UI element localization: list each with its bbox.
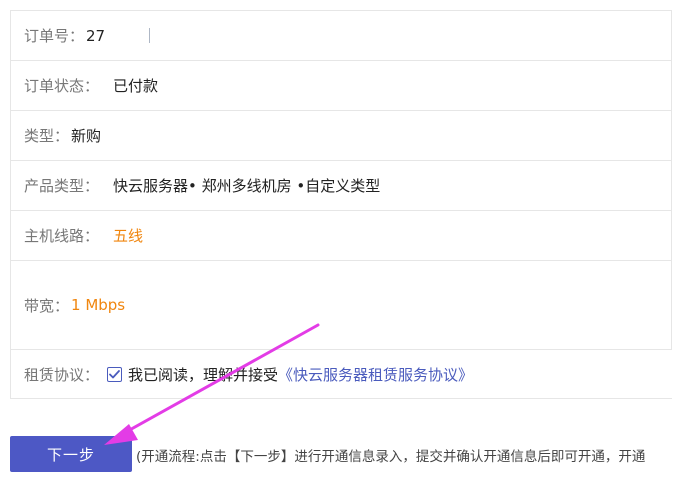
- host-line-value: 五线: [113, 227, 144, 245]
- row-bandwidth: 带宽： 1 Mbps: [11, 261, 672, 350]
- row-order-number: 订单号： 27: [11, 11, 672, 61]
- order-info-table: 订单号： 27 订单状态： 已付款 类型： 新购 产品类型： 快云服务器• 郑州…: [10, 10, 672, 399]
- agreement-checkbox[interactable]: [107, 366, 123, 382]
- text-cursor-icon: [149, 28, 151, 43]
- order-number-label: 订单号：: [24, 27, 85, 45]
- agreement-link[interactable]: 《快云服务器租赁服务协议》: [278, 364, 473, 385]
- bandwidth-value: 1 Mbps: [71, 296, 126, 314]
- agreement-label: 租赁协议：: [24, 365, 100, 384]
- row-product-type: 产品类型： 快云服务器• 郑州多线机房 •自定义类型: [11, 161, 672, 211]
- host-line-label: 主机线路：: [24, 227, 100, 245]
- type-value: 新购: [71, 127, 102, 145]
- product-type-label: 产品类型：: [24, 177, 100, 195]
- order-status-value: 已付款: [113, 77, 159, 95]
- product-type-value: 快云服务器• 郑州多线机房 •自定义类型: [113, 177, 381, 195]
- row-type: 类型： 新购: [11, 111, 672, 161]
- activation-flow-hint: (开通流程:点击【下一步】进行开通信息录入，提交并确认开通信息后即可开通，开通: [136, 449, 646, 465]
- row-order-status: 订单状态： 已付款: [11, 61, 672, 111]
- bandwidth-label: 带宽：: [24, 296, 70, 315]
- order-number-value: 27: [86, 26, 106, 45]
- check-icon: [109, 369, 120, 378]
- row-host-line: 主机线路： 五线: [11, 211, 672, 261]
- order-confirm-page: 订单号： 27 订单状态： 已付款 类型： 新购 产品类型： 快云服务器• 郑州…: [0, 0, 676, 493]
- row-agreement: 租赁协议： 我已阅读，理解并接受 《快云服务器租赁服务协议》: [11, 350, 672, 399]
- agreement-text: 我已阅读，理解并接受: [128, 365, 279, 384]
- next-step-button[interactable]: 下一步: [10, 436, 132, 472]
- type-label: 类型：: [24, 127, 70, 145]
- order-status-label: 订单状态：: [24, 77, 100, 95]
